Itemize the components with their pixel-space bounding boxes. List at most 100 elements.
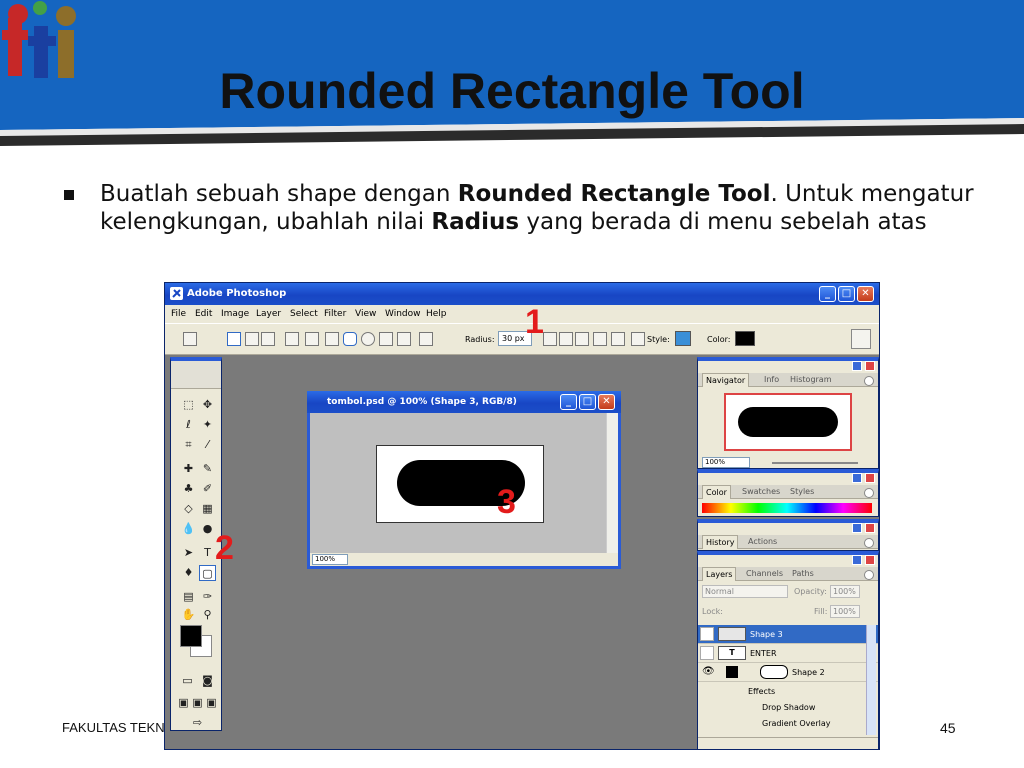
feather-icon[interactable] [171,361,221,389]
eye-icon[interactable]: 👁 [702,666,715,677]
tab-paths[interactable]: Paths [792,569,814,578]
navigator-close-icon[interactable] [865,361,875,371]
link-layer-icon[interactable] [631,332,645,346]
zoom-tool-icon[interactable]: ⚲ [199,607,216,623]
navigator-zoom-slider[interactable] [772,462,858,464]
slice-tool-icon[interactable]: ⁄ [199,437,216,453]
tab-info[interactable]: Info [764,375,779,384]
menu-view[interactable]: View [355,309,376,319]
opacity-field[interactable]: 100% [830,585,860,598]
color-spectrum-bar[interactable] [702,503,872,513]
tab-channels[interactable]: Channels [746,569,783,578]
add-shape-area-icon[interactable] [559,332,573,346]
style-swatch[interactable] [675,331,691,346]
pen-tool-icon[interactable] [285,332,299,346]
doc-minimize-button[interactable]: _ [560,394,577,410]
fill-pixels-icon[interactable] [261,332,275,346]
pen-icon[interactable]: ♦ [180,565,197,581]
blend-mode-select[interactable]: Normal [702,585,788,598]
exclude-shape-area-icon[interactable] [611,332,625,346]
navigator-zoom-field[interactable]: 100% [702,457,750,468]
tool-preset-icon[interactable] [183,332,197,346]
menu-edit[interactable]: Edit [195,309,212,319]
move-tool-icon[interactable]: ✥ [199,397,216,413]
tab-history[interactable]: History [702,535,739,549]
custom-shape-icon[interactable] [419,332,433,346]
layer-row-enter[interactable]: T ENTER [698,644,878,663]
freeform-pen-icon[interactable] [305,332,319,346]
foreground-color-swatch[interactable] [180,625,202,647]
tab-color[interactable]: Color [702,485,731,499]
line-shape-icon[interactable] [397,332,411,346]
menu-layer[interactable]: Layer [256,309,281,319]
eyedropper-tool-icon[interactable]: ✑ [199,589,216,605]
crop-tool-icon[interactable]: ⌗ [180,437,197,453]
menu-window[interactable]: Window [385,309,421,319]
history-minimize-icon[interactable] [852,523,862,533]
healing-brush-icon[interactable]: ✚ [180,461,197,477]
history-close-icon[interactable] [865,523,875,533]
screen-mode-full-icon[interactable]: ▣ [203,695,220,711]
canvas-area[interactable] [310,413,606,553]
notes-tool-icon[interactable]: ▤ [180,589,197,605]
fill-field[interactable]: 100% [830,605,860,618]
canvas[interactable] [376,445,544,523]
layers-menu-icon[interactable] [864,570,874,580]
jump-to-imageready-icon[interactable]: ⇨ [189,715,206,731]
eraser-tool-icon[interactable]: ◇ [180,501,197,517]
close-button[interactable]: ✕ [857,286,874,302]
polygon-shape-icon[interactable] [379,332,393,346]
effect-gradient-overlay[interactable]: Gradient Overlay [762,719,830,735]
tab-styles[interactable]: Styles [790,487,814,496]
path-selection-icon[interactable]: ➤ [180,545,197,561]
subtract-shape-area-icon[interactable] [575,332,589,346]
palette-well-icon[interactable] [851,329,871,349]
layer-visibility-box[interactable] [700,627,714,641]
history-menu-icon[interactable] [864,538,874,548]
history-brush-icon[interactable]: ✐ [199,481,216,497]
type-tool-icon[interactable]: T [199,545,216,561]
navigator-menu-icon[interactable] [864,376,874,386]
maximize-button[interactable]: □ [838,286,855,302]
layers-minimize-icon[interactable] [852,555,862,565]
color-menu-icon[interactable] [864,488,874,498]
brush-tool-icon[interactable]: ✎ [199,461,216,477]
color-minimize-icon[interactable] [852,473,862,483]
standard-mode-icon[interactable]: ▭ [179,673,196,689]
new-shape-area-icon[interactable] [543,332,557,346]
effects-label[interactable]: Effects [748,687,775,703]
document-titlebar[interactable]: tombol.psd @ 100% (Shape 3, RGB/8) _ □ ✕ [307,391,621,413]
color-close-icon[interactable] [865,473,875,483]
tab-layers[interactable]: Layers [702,567,737,581]
doc-maximize-button[interactable]: □ [579,394,596,410]
ellipse-shape-icon[interactable] [361,332,375,346]
layer-visibility-box[interactable] [700,646,714,660]
doc-close-button[interactable]: ✕ [598,394,615,410]
layer-row-shape-3[interactable]: Shape 3 [698,625,878,644]
menu-help[interactable]: Help [426,309,447,319]
effect-drop-shadow[interactable]: Drop Shadow [762,703,815,719]
document-zoom-field[interactable]: 100% [312,554,348,565]
layers-scrollbar[interactable] [866,625,876,735]
navigator-minimize-icon[interactable] [852,361,862,371]
clone-stamp-icon[interactable]: ♣ [180,481,197,497]
marquee-tool-icon[interactable]: ⬚ [180,397,197,413]
menu-image[interactable]: Image [221,309,249,319]
shape-color-swatch[interactable] [735,331,755,346]
menu-file[interactable]: File [171,309,186,319]
rounded-rectangle-shape-icon[interactable] [343,332,357,346]
tab-actions[interactable]: Actions [748,537,777,546]
document-vertical-scrollbar[interactable] [606,413,618,553]
minimize-button[interactable]: _ [819,286,836,302]
layer-row-shape-2[interactable]: 👁 Shape 2 [698,663,878,682]
menu-filter[interactable]: Filter [324,309,346,319]
gradient-tool-icon[interactable]: ▦ [199,501,216,517]
rounded-rectangle-tool-icon[interactable]: ▢ [199,565,216,581]
intersect-shape-area-icon[interactable] [593,332,607,346]
paths-icon[interactable] [245,332,259,346]
tab-navigator[interactable]: Navigator [702,373,750,387]
dodge-tool-icon[interactable]: ● [199,521,216,537]
shape-layers-icon[interactable] [227,332,241,346]
rectangle-shape-icon[interactable] [325,332,339,346]
lasso-tool-icon[interactable]: ℓ [180,417,197,433]
